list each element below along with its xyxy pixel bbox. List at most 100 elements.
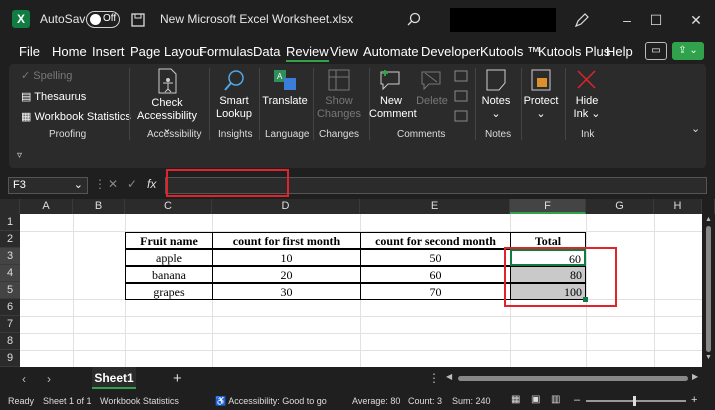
column-header-e[interactable]: E (360, 199, 510, 214)
collapse-ribbon-icon[interactable]: ⌄ (691, 122, 700, 135)
column-header-g[interactable]: G (586, 199, 654, 214)
menu-review[interactable]: Review (286, 44, 329, 62)
scrollbar-thumb[interactable] (706, 226, 711, 352)
row-header[interactable]: 6 (0, 299, 20, 316)
notes-button[interactable]: Notes ⌄ (477, 68, 515, 121)
menu-kutools[interactable]: Kutools ™ (480, 44, 540, 59)
show-changes-button[interactable]: Show Changes (315, 68, 363, 121)
column-header-a[interactable]: A (20, 199, 73, 214)
table-cell[interactable]: 20 (212, 266, 361, 283)
column-header-f[interactable]: F (510, 199, 586, 214)
check-accessibility-button[interactable]: Check Accessibility ⌄ (133, 68, 201, 136)
row-header[interactable]: 2 (0, 231, 20, 248)
thesaurus-button[interactable]: ▤ Thesaurus (21, 91, 86, 104)
fx-icon[interactable]: fx (147, 177, 156, 191)
column-header-c[interactable]: C (125, 199, 212, 214)
status-accessibility[interactable]: ♿ Accessibility: Good to go (215, 396, 327, 407)
table-cell[interactable]: banana (125, 266, 213, 283)
table-cell[interactable]: 10 (212, 249, 361, 266)
row-header[interactable]: 9 (0, 350, 20, 367)
cancel-icon[interactable]: ✕ (108, 177, 118, 191)
show-comments-icon[interactable] (454, 110, 468, 124)
menu-data[interactable]: Data (253, 44, 280, 59)
sheet-tab-sheet1[interactable]: Sheet1 (92, 367, 136, 389)
search-icon[interactable] (407, 12, 421, 26)
table-cell[interactable]: 70 (360, 283, 511, 300)
next-sheet-icon[interactable]: › (47, 372, 51, 386)
workbook-statistics-button[interactable]: ▦ Workbook Statistics (21, 111, 131, 124)
row-header[interactable]: 8 (0, 333, 20, 350)
menu-file[interactable]: File (19, 44, 40, 59)
save-icon[interactable] (131, 13, 145, 27)
menu-developer[interactable]: Developer (421, 44, 480, 59)
enter-icon[interactable]: ✓ (127, 177, 137, 191)
more-options-icon[interactable]: ⋮ (94, 177, 106, 191)
minimize-icon[interactable]: – (612, 8, 642, 32)
more-tabs-icon[interactable]: ⋮ (428, 371, 440, 385)
name-box[interactable]: F3 ⌄ (8, 177, 88, 194)
protect-button[interactable]: Protect ⌄ (521, 68, 561, 121)
scroll-left-icon[interactable]: ◀ (446, 372, 452, 381)
comments-icon[interactable]: ▭ (645, 42, 667, 60)
page-break-view-icon[interactable]: ▥ (551, 394, 560, 405)
row-header[interactable]: 4 (0, 265, 20, 282)
table-cell[interactable]: 50 (360, 249, 511, 266)
spelling-button[interactable]: ✓ Spelling (21, 70, 72, 83)
table-header[interactable]: Fruit name (125, 232, 213, 249)
comment-label: Comment (369, 108, 417, 120)
svg-text:A: A (277, 72, 283, 81)
menu-view[interactable]: View (330, 44, 358, 59)
table-header[interactable]: count for first month (212, 232, 361, 249)
menu-page-layout[interactable]: Page Layout (130, 44, 203, 59)
zoom-in-icon[interactable]: + (691, 394, 697, 406)
table-cell[interactable]: 60 (360, 266, 511, 283)
menu-insert[interactable]: Insert (92, 44, 125, 59)
column-header-d[interactable]: D (212, 199, 360, 214)
zoom-slider[interactable] (586, 400, 686, 402)
menu-automate[interactable]: Automate (363, 44, 419, 59)
column-header-b[interactable]: B (73, 199, 125, 214)
translate-button[interactable]: A Translate (261, 68, 309, 108)
scroll-down-icon[interactable]: ▼ (705, 354, 712, 361)
previous-comment-icon[interactable] (454, 70, 468, 84)
menu-kutools-plus[interactable]: Kutools Plus (538, 44, 610, 59)
table-header[interactable]: count for second month (360, 232, 511, 249)
row-header[interactable]: 1 (0, 214, 20, 231)
quick-access-icon[interactable]: ▿ (17, 150, 22, 161)
smart-lookup-button[interactable]: Smart Lookup (214, 68, 254, 121)
horizontal-scrollbar-thumb[interactable] (458, 376, 688, 381)
accessibility-icon (158, 68, 177, 94)
table-cell[interactable]: 30 (212, 283, 361, 300)
normal-view-icon[interactable]: ▦ (511, 394, 520, 405)
share-icon[interactable]: ⇪ ⌄ (672, 42, 704, 60)
pen-icon[interactable] (574, 12, 590, 28)
menu-help[interactable]: Help (606, 44, 633, 59)
next-comment-icon[interactable] (454, 90, 468, 104)
column-header-h[interactable]: H (654, 199, 702, 214)
menu-formulas[interactable]: Formulas (199, 44, 253, 59)
scroll-up-icon[interactable]: ▲ (705, 216, 712, 223)
select-all-corner[interactable] (0, 199, 20, 214)
table-cell[interactable]: grapes (125, 283, 213, 300)
delete-comment-button[interactable]: Delete (413, 68, 451, 108)
hide-ink-button[interactable]: Hide Ink ⌄ (567, 68, 607, 121)
vertical-scrollbar[interactable]: ▲ ▼ (702, 214, 715, 367)
group-language: Language (265, 129, 310, 140)
horizontal-scrollbar[interactable]: ◀ ▶ (446, 372, 702, 384)
close-icon[interactable]: ✕ (681, 8, 711, 32)
autosave-toggle[interactable]: Off (86, 11, 120, 28)
new-comment-button[interactable]: New Comment (369, 68, 417, 121)
maximize-icon[interactable]: ☐ (641, 8, 671, 32)
table-cell[interactable]: apple (125, 249, 213, 266)
zoom-slider-thumb[interactable] (633, 396, 636, 406)
add-sheet-button[interactable]: + (173, 370, 182, 387)
row-header[interactable]: 5 (0, 282, 20, 299)
row-header[interactable]: 7 (0, 316, 20, 333)
row-header[interactable]: 3 (0, 248, 20, 265)
menu-home[interactable]: Home (52, 44, 87, 59)
scroll-right-icon[interactable]: ▶ (692, 372, 698, 381)
page-layout-view-icon[interactable]: ▣ (531, 394, 540, 405)
status-workbook-statistics[interactable]: Workbook Statistics (100, 396, 179, 406)
zoom-out-icon[interactable]: – (574, 394, 580, 406)
prev-sheet-icon[interactable]: ‹ (22, 372, 26, 386)
